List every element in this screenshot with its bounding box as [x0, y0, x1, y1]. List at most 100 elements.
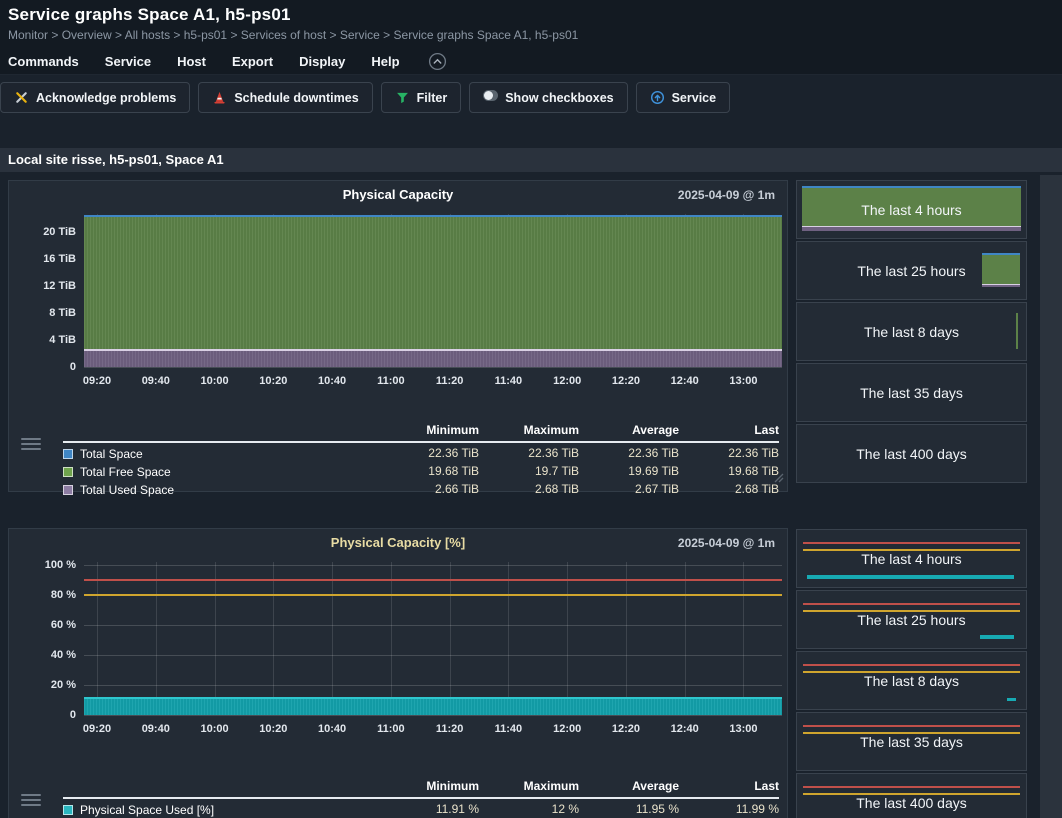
gridline-h [84, 685, 782, 686]
legend-value: 2.67 TiB [579, 482, 679, 497]
gridline-v [156, 562, 157, 715]
button-label: Service [672, 91, 716, 105]
x-tick-label: 11:40 [482, 723, 534, 735]
x-tick-label: 11:20 [424, 723, 476, 735]
menu-item-host[interactable]: Host [177, 54, 206, 69]
legend-series-name: Total Space [80, 447, 143, 461]
button-label: Filter [417, 91, 448, 105]
x-tick-label: 11:20 [424, 375, 476, 387]
legend-row-total-free-space: Total Free Space [63, 464, 379, 479]
breadcrumb: Monitor > Overview > All hosts > h5-ps01… [8, 28, 1054, 42]
y-tick-label: 80 % [14, 589, 76, 601]
y-tick-label: 12 TiB [14, 280, 76, 292]
menu-item-commands[interactable]: Commands [8, 54, 79, 69]
legend-value: 22.36 TiB [379, 446, 479, 461]
filter-button[interactable]: Filter [381, 82, 462, 113]
series-area-total-used-space [84, 349, 782, 367]
legend-series-name: Physical Space Used [%] [80, 803, 214, 817]
time-range-button-the-last-4-hours[interactable]: The last 4 hours [796, 180, 1027, 239]
x-tick-label: 10:20 [247, 375, 299, 387]
legend-row-physical-space-used: Physical Space Used [%] [63, 802, 379, 817]
graph-timestamp: 2025-04-09 @ 1m [678, 536, 775, 550]
time-range-button-the-last-400-days[interactable]: The last 400 days [796, 424, 1027, 483]
checkbox-toggle-icon [483, 90, 498, 105]
time-range-label: The last 4 hours [861, 202, 961, 218]
acknowledge-icon [14, 90, 29, 105]
menu-item-display[interactable]: Display [299, 54, 345, 69]
time-range-button-the-last-35-days[interactable]: The last 35 days [796, 363, 1027, 422]
time-range-label: The last 400 days [856, 795, 967, 811]
time-range-label: The last 35 days [860, 385, 963, 401]
scrollbar[interactable] [1040, 175, 1062, 818]
time-range-button-the-last-25-hours[interactable]: The last 25 hours [796, 241, 1027, 300]
y-tick-label: 100 % [14, 559, 76, 571]
gridline-h [84, 715, 782, 716]
y-tick-label: 40 % [14, 649, 76, 661]
time-range-sidebar-1: The last 4 hoursThe last 25 hoursThe las… [796, 180, 1027, 485]
gridline-v [626, 562, 627, 715]
time-range-button-the-last-400-days[interactable]: The last 400 days [796, 773, 1027, 818]
x-tick-label: 09:40 [130, 723, 182, 735]
y-tick-label: 0 [14, 361, 76, 373]
legend-value: 11.91 % [379, 802, 479, 817]
y-tick-label: 20 % [14, 679, 76, 691]
gridline-v [215, 562, 216, 715]
time-range-button-the-last-25-hours[interactable]: The last 25 hours [796, 590, 1027, 649]
gridline-v [391, 562, 392, 715]
y-tick-label: 8 TiB [14, 307, 76, 319]
x-tick-label: 10:00 [189, 375, 241, 387]
y-tick-label: 20 TiB [14, 226, 76, 238]
legend-value: 19.68 TiB [379, 464, 479, 479]
show-checkboxes-button[interactable]: Show checkboxes [469, 82, 627, 113]
x-tick-label: 09:40 [130, 375, 182, 387]
y-tick-label: 4 TiB [14, 334, 76, 346]
legend-column-average: Average [579, 777, 679, 799]
menu-item-export[interactable]: Export [232, 54, 273, 69]
time-range-label: The last 25 hours [857, 612, 965, 628]
series-area-physical-space-used [84, 697, 782, 715]
legend-corner [63, 421, 379, 443]
x-tick-label: 13:00 [717, 723, 769, 735]
legend-column-average: Average [579, 421, 679, 443]
section-header: Local site risse, h5-ps01, Space A1 [0, 148, 1062, 172]
x-tick-label: 13:00 [717, 375, 769, 387]
legend-value: 2.68 TiB [679, 482, 779, 497]
legend-column-maximum: Maximum [479, 421, 579, 443]
x-tick-label: 09:20 [71, 375, 123, 387]
x-tick-label: 12:40 [659, 375, 711, 387]
legend-row-total-space: Total Space [63, 446, 379, 461]
legend-table: MinimumMaximumAverageLastPhysical Space … [63, 777, 779, 818]
x-tick-label: 12:00 [541, 723, 593, 735]
graph-panel-physical-capacity-percent: Physical Capacity [%]2025-04-09 @ 1m020 … [8, 528, 788, 818]
gridline-v [567, 562, 568, 715]
schedule-downtimes-button[interactable]: Schedule downtimes [198, 82, 372, 113]
legend-series-name: Total Free Space [80, 465, 171, 479]
button-label: Show checkboxes [505, 91, 613, 105]
hamburger-icon[interactable] [21, 791, 41, 809]
service-button[interactable]: Service [636, 82, 730, 113]
legend-value: 11.99 % [679, 802, 779, 817]
time-range-button-the-last-4-hours[interactable]: The last 4 hours [796, 529, 1027, 588]
plot-area[interactable]: 020 %40 %60 %80 %100 %09:2009:4010:0010:… [84, 562, 782, 715]
graph-title: Physical Capacity [9, 187, 787, 202]
legend-value: 22.36 TiB [479, 446, 579, 461]
x-tick-label: 10:20 [247, 723, 299, 735]
time-range-label: The last 35 days [860, 734, 963, 750]
hamburger-icon[interactable] [21, 435, 41, 453]
collapse-menu-button[interactable] [428, 52, 447, 71]
time-range-button-the-last-8-days[interactable]: The last 8 days [796, 651, 1027, 710]
y-tick-label: 0 [14, 709, 76, 721]
time-range-button-the-last-35-days[interactable]: The last 35 days [796, 712, 1027, 771]
series-line-warning-threshold [84, 594, 782, 596]
action-toolbar: Acknowledge problems Schedule downtimes Fi… [0, 82, 730, 113]
plot-area[interactable]: 04 TiB8 TiB12 TiB16 TiB20 TiB09:2009:401… [84, 214, 782, 367]
menu-item-help[interactable]: Help [371, 54, 399, 69]
time-range-button-the-last-8-days[interactable]: The last 8 days [796, 302, 1027, 361]
page-header: Service graphs Space A1, h5-ps01 Monitor… [0, 0, 1062, 48]
menu-item-service[interactable]: Service [105, 54, 151, 69]
graph-timestamp: 2025-04-09 @ 1m [678, 188, 775, 202]
acknowledge-problems-button[interactable]: Acknowledge problems [0, 82, 190, 113]
resize-handle-icon[interactable] [770, 469, 784, 488]
legend-column-last: Last [679, 777, 779, 799]
series-line-critical-threshold [84, 579, 782, 581]
